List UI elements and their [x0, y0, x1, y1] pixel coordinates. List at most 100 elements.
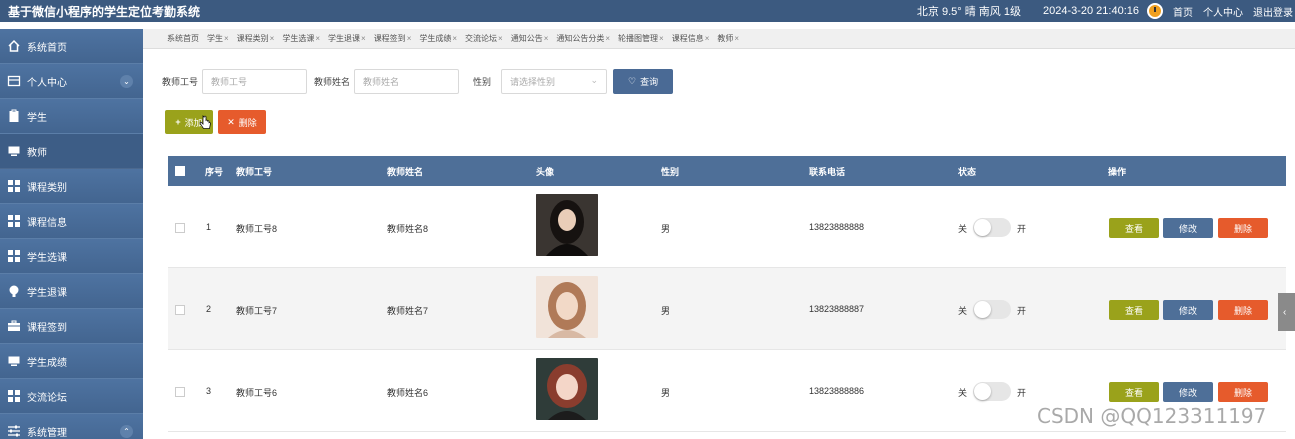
app-title: 基于微信小程序的学生定位考勤系统: [8, 4, 201, 19]
row-gender: 男: [661, 306, 671, 316]
close-icon[interactable]: ×: [734, 34, 739, 43]
header-avatar: 头像: [536, 167, 555, 177]
row-index: 1: [206, 222, 212, 232]
row-checkbox[interactable]: [175, 387, 185, 397]
tab-2[interactable]: 课程类别×: [237, 33, 275, 44]
sidebar-item-label: 学生: [27, 112, 47, 124]
sidebar-item-forum[interactable]: 交流论坛: [0, 379, 143, 414]
sidebar-item-teacher[interactable]: 教师: [0, 134, 143, 169]
header-status: 状态: [958, 167, 977, 177]
tab-11[interactable]: 课程信息×: [672, 33, 710, 44]
row-checkbox[interactable]: [175, 223, 185, 233]
home-link[interactable]: 首页: [1173, 4, 1193, 19]
tab-label: 课程信息: [671, 34, 704, 43]
close-icon[interactable]: ×: [498, 34, 503, 43]
view-button[interactable]: 查看: [1109, 300, 1159, 320]
view-button[interactable]: 查看: [1109, 382, 1159, 402]
delete-button[interactable]: 删除: [1218, 218, 1268, 238]
watermark: CSDN @QQ123311197: [1037, 404, 1267, 428]
sidebar-item-course-select[interactable]: 学生选课: [0, 239, 143, 274]
status-toggle[interactable]: [973, 300, 1011, 319]
row-index: 3: [206, 386, 212, 396]
close-icon[interactable]: ×: [407, 34, 412, 43]
close-icon[interactable]: ×: [224, 34, 229, 43]
close-icon[interactable]: ×: [705, 34, 710, 43]
grid-icon: [6, 249, 21, 264]
query-button[interactable]: ♡ 查询: [613, 69, 674, 94]
tab-0[interactable]: 系统首页: [167, 33, 199, 44]
close-icon[interactable]: ×: [544, 34, 549, 43]
status-toggle[interactable]: [973, 382, 1011, 401]
gender-select[interactable]: 请选择性别 ⌄: [501, 69, 608, 94]
sidebar-item-course-checkin[interactable]: 课程签到: [0, 309, 143, 344]
close-icon[interactable]: ×: [361, 34, 366, 43]
chevron-up-icon[interactable]: ⌃: [120, 425, 133, 438]
batch-delete-label: 删除: [238, 117, 257, 128]
tab-7[interactable]: 交流论坛×: [465, 33, 503, 44]
switch-off-label: 关: [958, 224, 968, 234]
gender-select-value: 请选择性别: [510, 77, 556, 87]
close-icon[interactable]: ×: [659, 34, 664, 43]
tab-8[interactable]: 通知公告×: [511, 33, 549, 44]
batch-delete-button[interactable]: ✕ 删除: [218, 110, 266, 134]
edit-button[interactable]: 修改: [1163, 382, 1213, 402]
sidebar-item-label: 课程签到: [27, 322, 67, 334]
row-teacher-no: 教师工号7: [236, 306, 278, 316]
row-teacher-name: 教师姓名8: [387, 224, 429, 234]
sidebar-item-profile[interactable]: 个人中心 ⌄: [0, 64, 143, 99]
sidebar-item-label: 系统首页: [27, 42, 67, 54]
sidebar-item-system[interactable]: 系统管理 ⌃: [0, 414, 143, 439]
tab-4[interactable]: 学生退课×: [328, 33, 366, 44]
chevron-down-icon[interactable]: ⌄: [120, 75, 133, 88]
teacher-name-input[interactable]: 教师姓名: [354, 69, 460, 94]
row-checkbox[interactable]: [175, 305, 185, 315]
tab-12[interactable]: 教师×: [717, 33, 739, 44]
sidebar: 系统首页 个人中心 ⌄ 学生 教师 课程类别 课程信息 学生选课 学生退课 课程…: [0, 29, 143, 439]
sidebar-item-course-info[interactable]: 课程信息: [0, 204, 143, 239]
collapse-panel-button[interactable]: ‹: [1278, 293, 1295, 331]
tab-label: 教师: [717, 34, 734, 43]
select-all-checkbox[interactable]: [175, 166, 185, 176]
tab-3[interactable]: 学生选课×: [282, 33, 320, 44]
tab-1[interactable]: 学生×: [207, 33, 229, 44]
teacher-no-input[interactable]: 教师工号: [202, 69, 308, 94]
delete-button[interactable]: 删除: [1218, 300, 1268, 320]
close-icon[interactable]: ×: [452, 34, 457, 43]
edit-button[interactable]: 修改: [1163, 300, 1213, 320]
home-icon: [6, 39, 21, 54]
profile-link[interactable]: 个人中心: [1203, 4, 1243, 19]
row-teacher-name: 教师姓名6: [387, 388, 429, 398]
status-toggle[interactable]: [973, 218, 1011, 237]
tab-6[interactable]: 学生成绩×: [419, 33, 457, 44]
sidebar-item-label: 课程类别: [27, 182, 67, 194]
tab-9[interactable]: 通知公告分类×: [556, 33, 610, 44]
avatar: [536, 194, 598, 256]
sidebar-item-course-drop[interactable]: 学生退课: [0, 274, 143, 309]
delete-button[interactable]: 删除: [1218, 382, 1268, 402]
tab-label: 课程签到: [373, 34, 406, 43]
gender-label: 性别: [473, 77, 492, 87]
view-button[interactable]: 查看: [1109, 218, 1159, 238]
briefcase-icon: [6, 319, 21, 334]
close-icon[interactable]: ×: [270, 34, 275, 43]
edit-button[interactable]: 修改: [1163, 218, 1213, 238]
logout-link[interactable]: 退出登录: [1253, 4, 1293, 19]
tab-5[interactable]: 课程签到×: [374, 33, 412, 44]
sidebar-item-course-category[interactable]: 课程类别: [0, 169, 143, 204]
teacher-no-label: 教师工号: [162, 77, 199, 87]
close-icon[interactable]: ×: [315, 34, 320, 43]
table-row: 2 教师工号7 教师姓名7 男 13823888887 关 开 查看 修改 删除: [168, 268, 1286, 350]
sidebar-item-label: 学生成绩: [27, 357, 67, 369]
switch-on-label: 开: [1017, 306, 1027, 316]
close-icon[interactable]: ×: [605, 34, 610, 43]
sidebar-item-grades[interactable]: 学生成绩: [0, 344, 143, 379]
tab-10[interactable]: 轮播图管理×: [618, 33, 664, 44]
tab-label: 学生退课: [328, 34, 361, 43]
sidebar-item-student[interactable]: 学生: [0, 99, 143, 134]
header-gender: 性别: [661, 167, 680, 177]
sidebar-item-home[interactable]: 系统首页: [0, 29, 143, 64]
switch-off-label: 关: [958, 388, 968, 398]
row-gender: 男: [661, 224, 671, 234]
grid-icon: [6, 214, 21, 229]
tab-label: 学生: [207, 34, 223, 43]
